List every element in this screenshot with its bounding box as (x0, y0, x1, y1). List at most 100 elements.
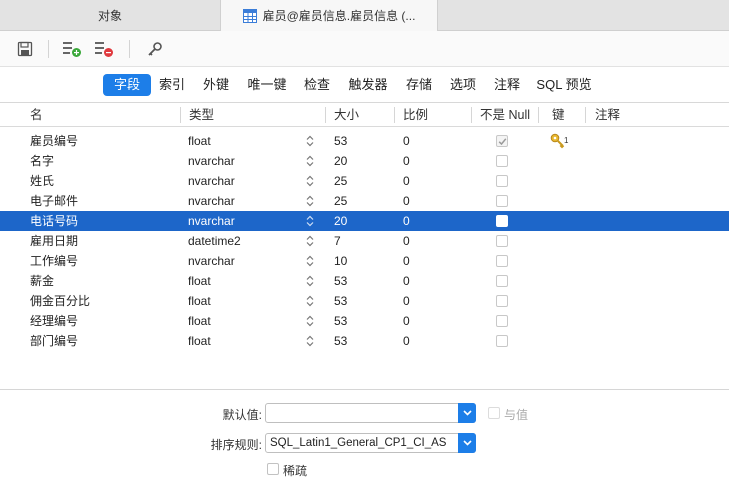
field-type-cell[interactable]: float (188, 311, 318, 331)
table-row[interactable]: 电话号码 nvarchar 20 0 (0, 211, 729, 231)
field-scale-cell[interactable]: 0 (403, 251, 410, 271)
table-row[interactable]: 电子邮件 nvarchar 25 0 (0, 191, 729, 211)
not-null-checkbox[interactable] (496, 215, 508, 227)
table-row[interactable]: 雇用日期 datetime2 7 0 (0, 231, 729, 251)
table-row[interactable]: 姓氏 nvarchar 25 0 (0, 171, 729, 191)
field-scale-cell[interactable]: 0 (403, 331, 410, 351)
table-row[interactable]: 雇员编号 float 53 0 1 (0, 131, 729, 151)
tab-fields[interactable]: 字段 (103, 74, 151, 96)
default-value-combo[interactable] (265, 403, 476, 423)
field-size-cell[interactable]: 25 (334, 171, 347, 191)
type-select-arrows-icon[interactable] (306, 295, 314, 307)
field-name-cell[interactable]: 薪金 (30, 271, 54, 291)
field-size-cell[interactable]: 53 (334, 131, 347, 151)
column-header-key[interactable]: 键 (552, 103, 565, 127)
sparse-checkbox[interactable] (267, 463, 279, 475)
type-select-arrows-icon[interactable] (306, 255, 314, 267)
table-row[interactable]: 名字 nvarchar 20 0 (0, 151, 729, 171)
tab-sql-preview[interactable]: SQL 预览 (534, 74, 594, 96)
field-size-cell[interactable]: 20 (334, 151, 347, 171)
field-scale-cell[interactable]: 0 (403, 171, 410, 191)
field-scale-cell[interactable]: 0 (403, 271, 410, 291)
tab-storage[interactable]: 存储 (402, 74, 436, 96)
field-name-cell[interactable]: 雇员编号 (30, 131, 78, 151)
primary-key-button[interactable] (145, 39, 165, 59)
not-null-checkbox[interactable] (496, 155, 508, 167)
field-name-cell[interactable]: 姓氏 (30, 171, 54, 191)
field-name-cell[interactable]: 电话号码 (30, 211, 78, 231)
not-null-checkbox[interactable] (496, 175, 508, 187)
not-null-checkbox[interactable] (496, 195, 508, 207)
column-header-scale[interactable]: 比例 (403, 103, 428, 127)
table-row[interactable]: 部门编号 float 53 0 (0, 331, 729, 351)
tab-options[interactable]: 选项 (446, 74, 480, 96)
type-select-arrows-icon[interactable] (306, 135, 314, 147)
column-header-comment[interactable]: 注释 (595, 103, 620, 127)
field-scale-cell[interactable]: 0 (403, 191, 410, 211)
field-scale-cell[interactable]: 0 (403, 131, 410, 151)
tab-checks[interactable]: 检查 (300, 74, 334, 96)
field-type-cell[interactable]: float (188, 271, 318, 291)
and-value-checkbox[interactable] (488, 407, 500, 419)
collation-select[interactable]: SQL_Latin1_General_CP1_CI_AS (265, 433, 476, 453)
field-type-cell[interactable]: nvarchar (188, 151, 318, 171)
field-scale-cell[interactable]: 0 (403, 311, 410, 331)
not-null-checkbox[interactable] (496, 295, 508, 307)
field-type-cell[interactable]: nvarchar (188, 191, 318, 211)
field-scale-cell[interactable]: 0 (403, 151, 410, 171)
not-null-checkbox[interactable] (496, 335, 508, 347)
field-name-cell[interactable]: 佣金百分比 (30, 291, 90, 311)
tab-comments[interactable]: 注释 (490, 74, 524, 96)
default-value-dropdown-button[interactable] (458, 403, 476, 423)
collation-dropdown-button[interactable] (458, 433, 476, 453)
type-select-arrows-icon[interactable] (306, 235, 314, 247)
column-header-not-null[interactable]: 不是 Null (480, 103, 530, 127)
type-select-arrows-icon[interactable] (306, 155, 314, 167)
not-null-checkbox[interactable] (496, 135, 508, 147)
table-row[interactable]: 薪金 float 53 0 (0, 271, 729, 291)
field-type-cell[interactable]: float (188, 291, 318, 311)
column-header-type[interactable]: 类型 (189, 103, 214, 127)
field-scale-cell[interactable]: 0 (403, 291, 410, 311)
column-header-name[interactable]: 名 (30, 103, 43, 127)
type-select-arrows-icon[interactable] (306, 215, 314, 227)
field-name-cell[interactable]: 电子邮件 (30, 191, 78, 211)
field-size-cell[interactable]: 25 (334, 191, 347, 211)
add-field-button[interactable] (62, 39, 82, 59)
type-select-arrows-icon[interactable] (306, 335, 314, 347)
tab-foreign-keys[interactable]: 外键 (199, 74, 233, 96)
tab-indexes[interactable]: 索引 (155, 74, 189, 96)
field-name-cell[interactable]: 工作编号 (30, 251, 78, 271)
field-name-cell[interactable]: 部门编号 (30, 331, 78, 351)
not-null-checkbox[interactable] (496, 235, 508, 247)
column-divider[interactable] (471, 107, 472, 123)
table-row[interactable]: 工作编号 nvarchar 10 0 (0, 251, 729, 271)
not-null-checkbox[interactable] (496, 315, 508, 327)
field-type-cell[interactable]: datetime2 (188, 231, 318, 251)
field-name-cell[interactable]: 名字 (30, 151, 54, 171)
field-type-cell[interactable]: float (188, 131, 318, 151)
field-type-cell[interactable]: nvarchar (188, 211, 318, 231)
field-name-cell[interactable]: 雇用日期 (30, 231, 78, 251)
column-divider[interactable] (180, 107, 181, 123)
field-scale-cell[interactable]: 0 (403, 211, 410, 231)
field-size-cell[interactable]: 7 (334, 231, 341, 251)
tab-unique-keys[interactable]: 唯一键 (243, 74, 291, 96)
field-type-cell[interactable]: float (188, 331, 318, 351)
type-select-arrows-icon[interactable] (306, 275, 314, 287)
field-size-cell[interactable]: 53 (334, 331, 347, 351)
column-divider[interactable] (538, 107, 539, 123)
field-size-cell[interactable]: 53 (334, 311, 347, 331)
type-select-arrows-icon[interactable] (306, 315, 314, 327)
field-size-cell[interactable]: 10 (334, 251, 347, 271)
field-size-cell[interactable]: 53 (334, 271, 347, 291)
column-header-size[interactable]: 大小 (334, 103, 359, 127)
field-scale-cell[interactable]: 0 (403, 231, 410, 251)
tab-objects[interactable]: 对象 (0, 0, 220, 31)
table-row[interactable]: 经理编号 float 53 0 (0, 311, 729, 331)
field-type-cell[interactable]: nvarchar (188, 251, 318, 271)
type-select-arrows-icon[interactable] (306, 175, 314, 187)
type-select-arrows-icon[interactable] (306, 195, 314, 207)
not-null-checkbox[interactable] (496, 255, 508, 267)
tab-table-design[interactable]: 雇员@雇员信息.雇员信息 (... (220, 0, 438, 31)
